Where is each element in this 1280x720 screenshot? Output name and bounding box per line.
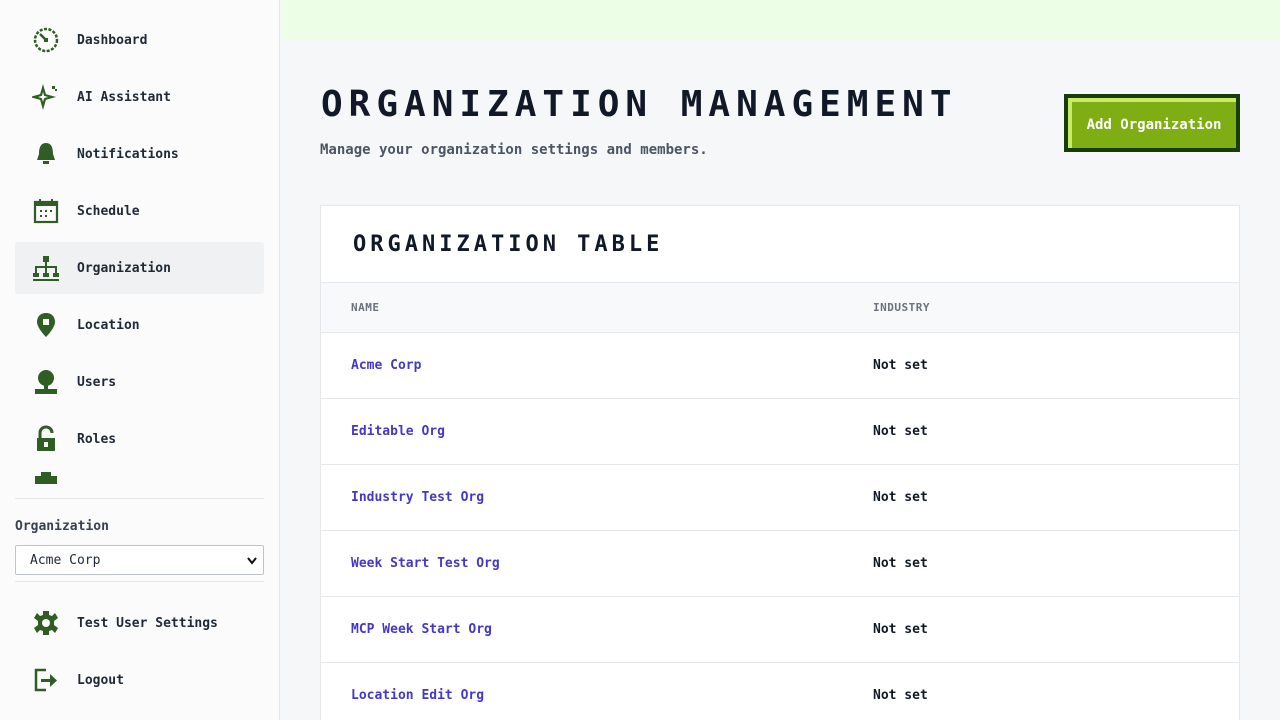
page-title: Organization Management	[321, 84, 958, 125]
add-organization-label: Add Organization	[1068, 98, 1236, 148]
table-row: Editable Org Not set	[321, 399, 1239, 465]
map-pin-icon	[31, 310, 61, 340]
org-name-link[interactable]: MCP Week Start Org	[351, 622, 492, 637]
sidebar-item-label: Organization	[77, 260, 171, 276]
sidebar-item-label: Dashboard	[77, 32, 148, 48]
org-industry: Not set	[873, 556, 928, 571]
logout-label: Logout	[77, 672, 124, 688]
organization-table-card: Organization Table NAME INDUSTRY Acme Co…	[320, 205, 1240, 720]
org-industry: Not set	[873, 490, 928, 505]
org-name-link[interactable]: Editable Org	[351, 424, 445, 439]
sidebar-item-label: AI Assistant	[77, 89, 171, 105]
sidebar-item-label: Roles	[77, 431, 117, 447]
org-switcher-value: Acme Corp	[30, 552, 101, 568]
sidebar-item-label: Notifications	[77, 146, 179, 162]
sidebar-item-dashboard[interactable]: Dashboard	[15, 14, 264, 66]
table-row: Week Start Test Org Not set	[321, 531, 1239, 597]
sidebar-item-organization[interactable]: Organization	[15, 242, 264, 294]
user-icon	[31, 367, 61, 397]
column-header-name: NAME	[351, 301, 380, 314]
user-settings-button[interactable]: Test User Settings	[15, 599, 264, 647]
org-switcher-label: Organization	[15, 519, 109, 534]
logout-icon	[31, 665, 61, 695]
sidebar-item-ai-assistant[interactable]: AI Assistant	[15, 71, 264, 123]
org-switcher-select[interactable]: Acme Corp	[15, 545, 264, 575]
sidebar-nav: Dashboard AI Assistant Notifications Sch…	[15, 14, 264, 494]
partial-icon	[31, 470, 61, 490]
org-industry: Not set	[873, 358, 928, 373]
table-row: Industry Test Org Not set	[321, 465, 1239, 531]
sidebar-divider	[15, 498, 264, 499]
sidebar-item-users[interactable]: Users	[15, 356, 264, 408]
org-name-link[interactable]: Acme Corp	[351, 358, 421, 373]
page-subtitle: Manage your organization settings and me…	[320, 142, 708, 158]
org-industry: Not set	[873, 688, 928, 703]
gear-icon	[31, 608, 61, 638]
chevron-down-icon	[247, 557, 257, 565]
sidebar-item-roles[interactable]: Roles	[15, 413, 264, 465]
add-organization-button[interactable]: Add Organization	[1064, 94, 1240, 152]
table-row: MCP Week Start Org Not set	[321, 597, 1239, 663]
sidebar-item-location[interactable]: Location	[15, 299, 264, 351]
dashboard-icon	[31, 25, 61, 55]
table-row: Acme Corp Not set	[321, 333, 1239, 399]
org-industry: Not set	[873, 424, 928, 439]
sidebar-divider	[15, 581, 264, 582]
org-name-link[interactable]: Industry Test Org	[351, 490, 484, 505]
top-banner	[281, 0, 1280, 40]
org-chart-icon	[31, 253, 61, 283]
bell-icon	[31, 139, 61, 169]
sidebar-item-label: Schedule	[77, 203, 140, 219]
column-header-industry: INDUSTRY	[873, 301, 930, 314]
sidebar-item-notifications[interactable]: Notifications	[15, 128, 264, 180]
table-row: Location Edit Org Not set	[321, 663, 1239, 720]
logout-button[interactable]: Logout	[15, 656, 264, 704]
sidebar-item-label: Location	[77, 317, 140, 333]
calendar-icon	[31, 196, 61, 226]
sidebar-item-more[interactable]	[15, 470, 264, 490]
sidebar-item-label: Users	[77, 374, 117, 390]
sparkle-icon	[31, 82, 61, 112]
org-name-link[interactable]: Week Start Test Org	[351, 556, 500, 571]
lock-icon	[31, 424, 61, 454]
org-industry: Not set	[873, 622, 928, 637]
org-name-link[interactable]: Location Edit Org	[351, 688, 484, 703]
sidebar-item-schedule[interactable]: Schedule	[15, 185, 264, 237]
table-title: Organization Table	[353, 232, 664, 257]
user-settings-label: Test User Settings	[77, 615, 218, 631]
sidebar: Dashboard AI Assistant Notifications Sch…	[0, 0, 280, 720]
table-header: NAME INDUSTRY	[321, 282, 1239, 333]
